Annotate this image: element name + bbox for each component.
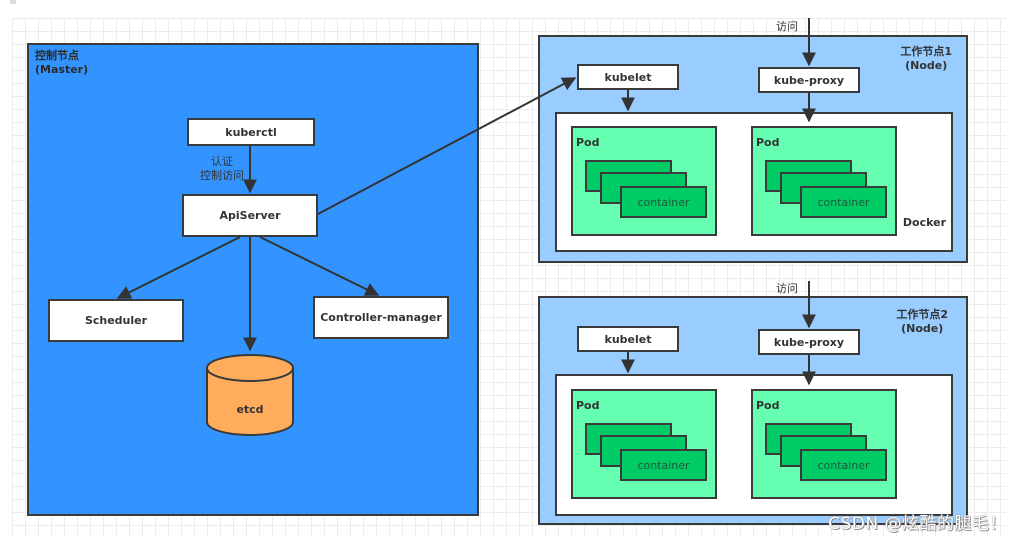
- node1-kubelet-box[interactable]: kubelet: [577, 64, 679, 90]
- etcd-cylinder[interactable]: etcd: [204, 352, 298, 438]
- kubectl-box[interactable]: kuberctl: [187, 118, 315, 146]
- controller-manager-label: Controller-manager: [320, 311, 442, 324]
- controller-manager-box[interactable]: Controller-manager: [313, 296, 449, 339]
- node2-title-line2: (Node): [901, 322, 944, 335]
- container-label: container: [817, 195, 870, 209]
- watermark: CSDN @炫酷的腿毛！: [828, 514, 1007, 534]
- master-title-line2: (Master): [35, 63, 89, 76]
- node2-kubelet-box[interactable]: kubelet: [577, 326, 679, 352]
- pod-label: Pod: [756, 136, 780, 149]
- master-node[interactable]: 控制节点 (Master): [27, 43, 479, 516]
- node1-kube-proxy-box[interactable]: kube-proxy: [758, 67, 860, 93]
- scheduler-label: Scheduler: [84, 314, 148, 327]
- scheduler-box[interactable]: Scheduler: [48, 299, 184, 342]
- node2-title-line1: 工作节点2: [896, 308, 948, 321]
- node1-title-line1: 工作节点1: [900, 45, 952, 58]
- container-front[interactable]: container: [620, 449, 707, 481]
- corner-mark: [10, 0, 16, 4]
- node1-title: 工作节点1 (Node): [900, 45, 952, 73]
- node2-access-label: 访问: [776, 282, 798, 295]
- node2-title: 工作节点2 (Node): [896, 308, 948, 336]
- node2-pod-2[interactable]: Pod container: [751, 389, 897, 499]
- etcd-label: etcd: [236, 403, 263, 416]
- auth-label: 认证 控制访问: [192, 155, 252, 183]
- node2-kubelet-label: kubelet: [604, 332, 652, 346]
- pod-label: Pod: [576, 399, 600, 412]
- node1-pod-1[interactable]: Pod container: [571, 126, 717, 236]
- container-label: container: [817, 458, 870, 472]
- node1-docker-label: Docker: [902, 216, 946, 229]
- auth-label-line2: 控制访问: [200, 169, 244, 182]
- pod-label: Pod: [576, 136, 600, 149]
- pod-label: Pod: [756, 399, 780, 412]
- apiserver-box[interactable]: ApiServer: [182, 194, 318, 237]
- kubectl-label: kuberctl: [225, 125, 277, 139]
- node1-access-label: 访问: [776, 20, 798, 33]
- master-title-line1: 控制节点: [35, 49, 79, 62]
- node1-kubelet-label: kubelet: [604, 70, 652, 84]
- node1-title-line2: (Node): [905, 59, 948, 72]
- node1-kube-proxy-label: kube-proxy: [773, 73, 845, 87]
- container-front[interactable]: container: [800, 449, 887, 481]
- container-front[interactable]: container: [800, 186, 887, 218]
- auth-label-line1: 认证: [211, 155, 233, 168]
- master-title: 控制节点 (Master): [35, 49, 88, 77]
- container-label: container: [637, 458, 690, 472]
- node2-pod-1[interactable]: Pod container: [571, 389, 717, 499]
- container-front[interactable]: container: [620, 186, 707, 218]
- etcd-top: [206, 354, 294, 382]
- apiserver-label: ApiServer: [219, 209, 281, 222]
- node2-kube-proxy-label: kube-proxy: [773, 335, 845, 349]
- node1-pod-2[interactable]: Pod container: [751, 126, 897, 236]
- container-label: container: [637, 195, 690, 209]
- node2-kube-proxy-box[interactable]: kube-proxy: [758, 329, 860, 355]
